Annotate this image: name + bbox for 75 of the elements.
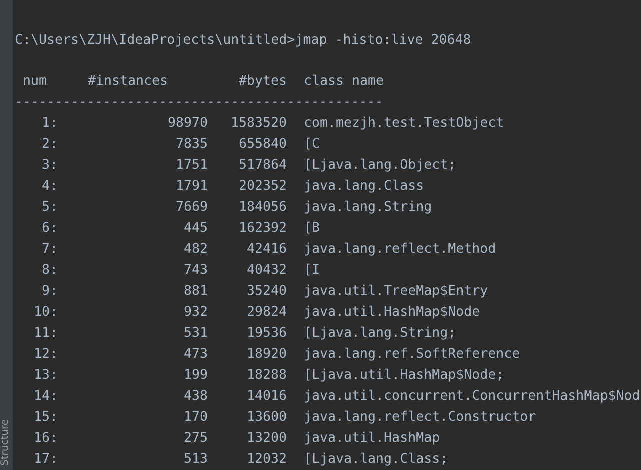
table-cell-text: 1791 bbox=[176, 178, 208, 196]
table-cell-text: 4: bbox=[42, 178, 58, 196]
table-cell-text: 29824 bbox=[246, 304, 287, 322]
table-cell-text: 98970 bbox=[168, 115, 208, 133]
table-cell-text: [Ljava.lang.String; bbox=[304, 325, 456, 343]
table-cell-text: 275 bbox=[184, 430, 208, 448]
table-cell-text: [I bbox=[304, 262, 320, 280]
table-cell-text: [Ljava.util.HashMap$Node; bbox=[304, 367, 504, 385]
table-cell-text: 18288 bbox=[246, 367, 287, 385]
table-cell-text: 655840 bbox=[238, 136, 287, 154]
table-cell-text: java.lang.reflect.Constructor bbox=[304, 409, 536, 427]
table-cell-text: 12032 bbox=[246, 451, 287, 469]
table-cell-text: 14016 bbox=[246, 388, 287, 406]
table-cell-text: 16: bbox=[34, 430, 58, 448]
separator-line: ---------------------------------------------- bbox=[15, 94, 384, 112]
table-cell-text: java.util.HashMap$Node bbox=[304, 304, 480, 322]
table-cell-text: 531 bbox=[184, 325, 208, 343]
table-cell-text: 438 bbox=[184, 388, 208, 406]
command-line: C:\Users\ZJH\IdeaProjects\untitled>jmap -histo:live 20648 bbox=[15, 32, 472, 50]
table-cell-text: 202352 bbox=[238, 178, 287, 196]
table-cell-text: java.util.HashMap bbox=[304, 430, 440, 448]
table-cell-text: java.lang.ref.SoftReference bbox=[304, 346, 520, 364]
table-cell-text: 13200 bbox=[246, 430, 287, 448]
table-cell-text: 199 bbox=[184, 367, 208, 385]
table-cell-text: com.mezjh.test.TestObject bbox=[304, 115, 504, 133]
table-cell-text: 17: bbox=[34, 451, 58, 469]
table-cell-text: java.lang.Class bbox=[304, 178, 424, 196]
table-cell-text: 12: bbox=[34, 346, 58, 364]
table-cell-text: 184056 bbox=[238, 199, 287, 217]
table-cell-text: [Ljava.lang.Object; bbox=[304, 157, 456, 175]
table-cell-text: 40432 bbox=[246, 262, 287, 280]
column-header: num bbox=[23, 73, 48, 91]
table-cell-text: 473 bbox=[184, 346, 208, 364]
table-cell-text: 482 bbox=[184, 241, 208, 259]
table-cell-text: 42416 bbox=[246, 241, 287, 259]
table-cell-text: 18920 bbox=[246, 346, 287, 364]
structure-tab[interactable]: Structure bbox=[1, 419, 11, 466]
table-cell-text: 2: bbox=[42, 136, 58, 154]
table-cell-text: 162392 bbox=[238, 220, 287, 238]
table-cell-text: 1: bbox=[42, 115, 58, 133]
table-cell-text: 13: bbox=[34, 367, 58, 385]
table-cell-text: [C bbox=[304, 136, 320, 154]
table-cell-text: java.lang.String bbox=[304, 199, 432, 217]
table-cell-text: 11: bbox=[34, 325, 58, 343]
table-cell-text: 513 bbox=[184, 451, 208, 469]
table-cell-text: 5: bbox=[42, 199, 58, 217]
table-cell-text: java.lang.reflect.Method bbox=[304, 241, 496, 259]
table-cell-text: 170 bbox=[184, 409, 208, 427]
table-cell-text: 6: bbox=[42, 220, 58, 238]
column-header: class name bbox=[304, 73, 384, 91]
table-cell-text: [B bbox=[304, 220, 320, 238]
table-cell-text: 1751 bbox=[176, 157, 208, 175]
column-header: #instances bbox=[88, 73, 168, 91]
table-cell-text: 743 bbox=[184, 262, 208, 280]
table-cell-text: 881 bbox=[184, 283, 208, 301]
table-cell-text: 15: bbox=[34, 409, 58, 427]
table-cell-text: 1583520 bbox=[230, 115, 287, 133]
table-cell-text: java.util.concurrent.ConcurrentHashMap$Nod bbox=[304, 388, 640, 406]
column-header: #bytes bbox=[238, 73, 287, 91]
table-cell-text: java.util.TreeMap$Entry bbox=[304, 283, 488, 301]
table-cell-text: [Ljava.lang.Class; bbox=[304, 451, 448, 469]
table-cell-text: 19536 bbox=[246, 325, 287, 343]
table-cell-text: 445 bbox=[184, 220, 208, 238]
table-cell-text: 14: bbox=[34, 388, 58, 406]
table-cell-text: 932 bbox=[184, 304, 208, 322]
table-cell-text: 517864 bbox=[238, 157, 287, 175]
table-cell-text: 8: bbox=[42, 262, 58, 280]
table-cell-text: 7: bbox=[42, 241, 58, 259]
table-cell-text: 9: bbox=[42, 283, 58, 301]
table-cell-text: 10: bbox=[34, 304, 58, 322]
table-cell-text: 13600 bbox=[246, 409, 287, 427]
table-cell-text: 35240 bbox=[246, 283, 287, 301]
table-cell-text: 3: bbox=[42, 157, 58, 175]
table-cell-text: 7669 bbox=[176, 199, 208, 217]
table-cell-text: 7835 bbox=[176, 136, 208, 154]
